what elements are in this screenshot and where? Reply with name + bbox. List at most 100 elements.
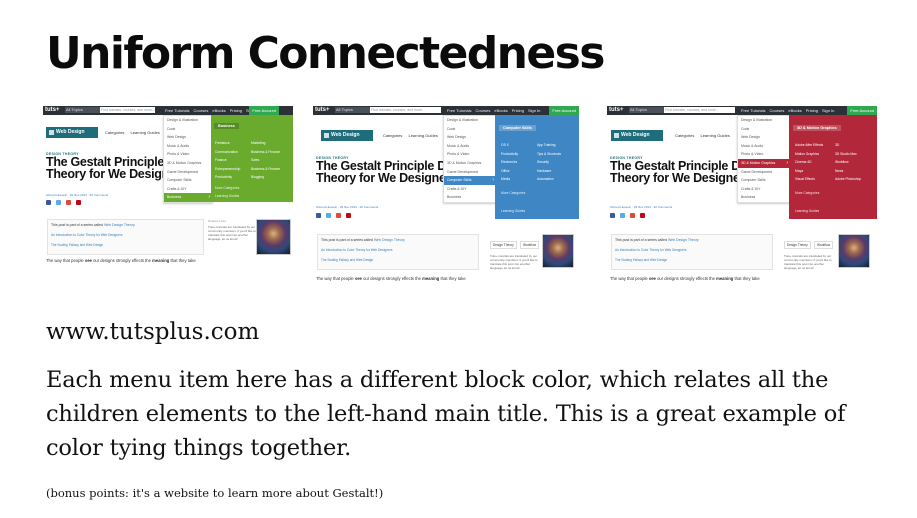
menu-item[interactable]: Music & Audio [738,142,790,151]
web-design-badge[interactable]: Web Design [321,130,373,141]
more-categories-link[interactable]: More Categories [795,191,819,195]
topics-select[interactable]: All Topics [629,107,664,113]
submenu-item[interactable]: OS X [501,141,518,150]
nav-sign-in[interactable]: Sign In [528,107,540,114]
nav-courses[interactable]: Courses [475,107,490,114]
pinterest-icon[interactable] [76,200,81,205]
menu-item[interactable]: Business [738,193,790,202]
nav-sign-in[interactable]: Sign In [822,107,834,114]
nav-pricing[interactable]: Pricing [230,107,242,114]
nav-courses[interactable]: Courses [769,107,784,114]
submenu-item[interactable]: Media [501,175,518,184]
menu-item[interactable]: Design & Illustration [444,116,496,125]
submenu-item[interactable]: Entrepreneurship [215,165,240,174]
site-search-input[interactable]: Find tutorials, courses, and more... [370,107,441,113]
nav-ebooks[interactable]: eBooks [494,107,507,114]
menu-item[interactable]: Music & Audio [164,142,212,151]
site-search-input[interactable]: Find tutorials, courses, and more... [664,107,735,113]
menu-item[interactable]: Game Development [738,168,790,177]
series-link[interactable]: An Introduction to Color Theory for Web … [321,248,392,252]
submenu-item[interactable]: Automation [537,175,561,184]
submenu-item[interactable]: 3D Studio Max [835,150,861,159]
learning-guides-link[interactable]: Learning Guides [130,130,159,135]
series-link[interactable]: An Introduction to Color Theory for Web … [51,233,122,237]
menu-item[interactable]: Code [164,125,212,134]
nav-pricing[interactable]: Pricing [512,107,524,114]
tag-workflow[interactable]: Workflow [814,241,834,249]
learning-guides-link[interactable]: Learning Guides [795,209,819,213]
web-design-badge[interactable]: Web Design [46,127,98,138]
nav-free-tutorials[interactable]: Free Tutorials [165,107,189,114]
submenu-item[interactable]: Electronics [501,158,518,167]
submenu-item[interactable]: Sales [251,156,280,165]
submenu-item[interactable]: Business & Finance [251,165,280,174]
submenu-item[interactable]: Hardware [537,167,561,176]
facebook-icon[interactable] [316,213,321,218]
categories-link[interactable]: Categories [383,133,402,138]
menu-item[interactable]: Photo & Video [738,150,790,159]
menu-item[interactable]: Game Development [164,168,212,177]
pinterest-icon[interactable] [346,213,351,218]
submenu-heading[interactable]: 3D & Motion Graphics [793,125,841,131]
submenu-item[interactable]: Marketing [251,139,280,148]
nav-ebooks[interactable]: eBooks [212,107,225,114]
submenu-item[interactable]: Office [501,167,518,176]
categories-link[interactable]: Categories [105,130,124,135]
series-link[interactable]: The Scaling Fallacy and Web Design [321,258,373,262]
menu-item-active[interactable]: Business [164,193,212,202]
twitter-icon[interactable] [620,213,625,218]
tag-design-theory[interactable]: Design Theory [784,241,811,249]
nav-courses[interactable]: Courses [193,107,208,114]
submenu-item[interactable]: Finance [215,156,240,165]
nav-pricing[interactable]: Pricing [806,107,818,114]
tag-workflow[interactable]: Workflow [520,241,540,249]
submenu-item[interactable]: Security [537,158,561,167]
menu-item[interactable]: Web Design [444,133,496,142]
pinterest-icon[interactable] [640,213,645,218]
menu-item-active[interactable]: 3D & Motion Graphics [738,158,790,168]
facebook-icon[interactable] [46,200,51,205]
more-categories-link[interactable]: More Categories [215,186,239,190]
free-account-button[interactable]: Free Account [847,106,877,115]
tuts-logo[interactable]: tuts+ [45,107,60,113]
submenu-heading[interactable]: Computer Skills [499,125,536,131]
submenu-item[interactable]: News [835,167,861,176]
submenu-item[interactable]: Freelance [215,139,240,148]
menu-item[interactable]: Web Design [738,133,790,142]
site-search-input[interactable]: Find tutorials, courses, and more... [100,107,155,113]
menu-item[interactable]: 3D & Motion Graphics [164,159,212,168]
submenu-item[interactable]: Cinema 4D [795,158,823,167]
menu-item[interactable]: Code [444,125,496,134]
menu-item[interactable]: Code [738,125,790,134]
menu-item[interactable]: Music & Audio [444,142,496,151]
google-plus-icon[interactable] [66,200,71,205]
google-plus-icon[interactable] [336,213,341,218]
submenu-item[interactable]: Workflow [835,158,861,167]
tag-design-theory[interactable]: Design Theory [490,241,517,249]
menu-item[interactable]: Web Design [164,133,212,142]
submenu-item[interactable]: Tips & Shortcuts [537,150,561,159]
free-account-button[interactable]: Free Account [249,106,279,115]
nav-ebooks[interactable]: eBooks [788,107,801,114]
submenu-item[interactable]: Blogging [251,173,280,182]
menu-item[interactable]: Photo & Video [444,150,496,159]
submenu-item[interactable]: Adobe Photoshop [835,175,861,184]
categories-link[interactable]: Categories [675,133,694,138]
series-link[interactable]: The Scaling Fallacy and Web Design [615,258,667,262]
submenu-item[interactable]: Business & Finance [251,148,280,157]
menu-item-active[interactable]: Computer Skills [444,176,496,185]
submenu-item[interactable]: Adobe After Effects [795,141,823,150]
submenu-item[interactable]: Productivity [501,150,518,159]
submenu-item[interactable]: Motion Graphics [795,150,823,159]
nav-free-tutorials[interactable]: Free Tutorials [741,107,765,114]
menu-item[interactable]: Business [444,193,496,202]
free-account-button[interactable]: Free Account [549,106,579,115]
submenu-item[interactable]: Maya [795,167,823,176]
web-design-badge[interactable]: Web Design [611,130,663,141]
topics-select[interactable]: All Topics [335,107,370,113]
learning-guides-link[interactable]: Learning Guides [215,194,239,198]
twitter-icon[interactable] [56,200,61,205]
submenu-item[interactable]: App Training [537,141,561,150]
submenu-item[interactable]: Communication [215,148,240,157]
menu-item[interactable]: Crafts & DIY [738,185,790,194]
